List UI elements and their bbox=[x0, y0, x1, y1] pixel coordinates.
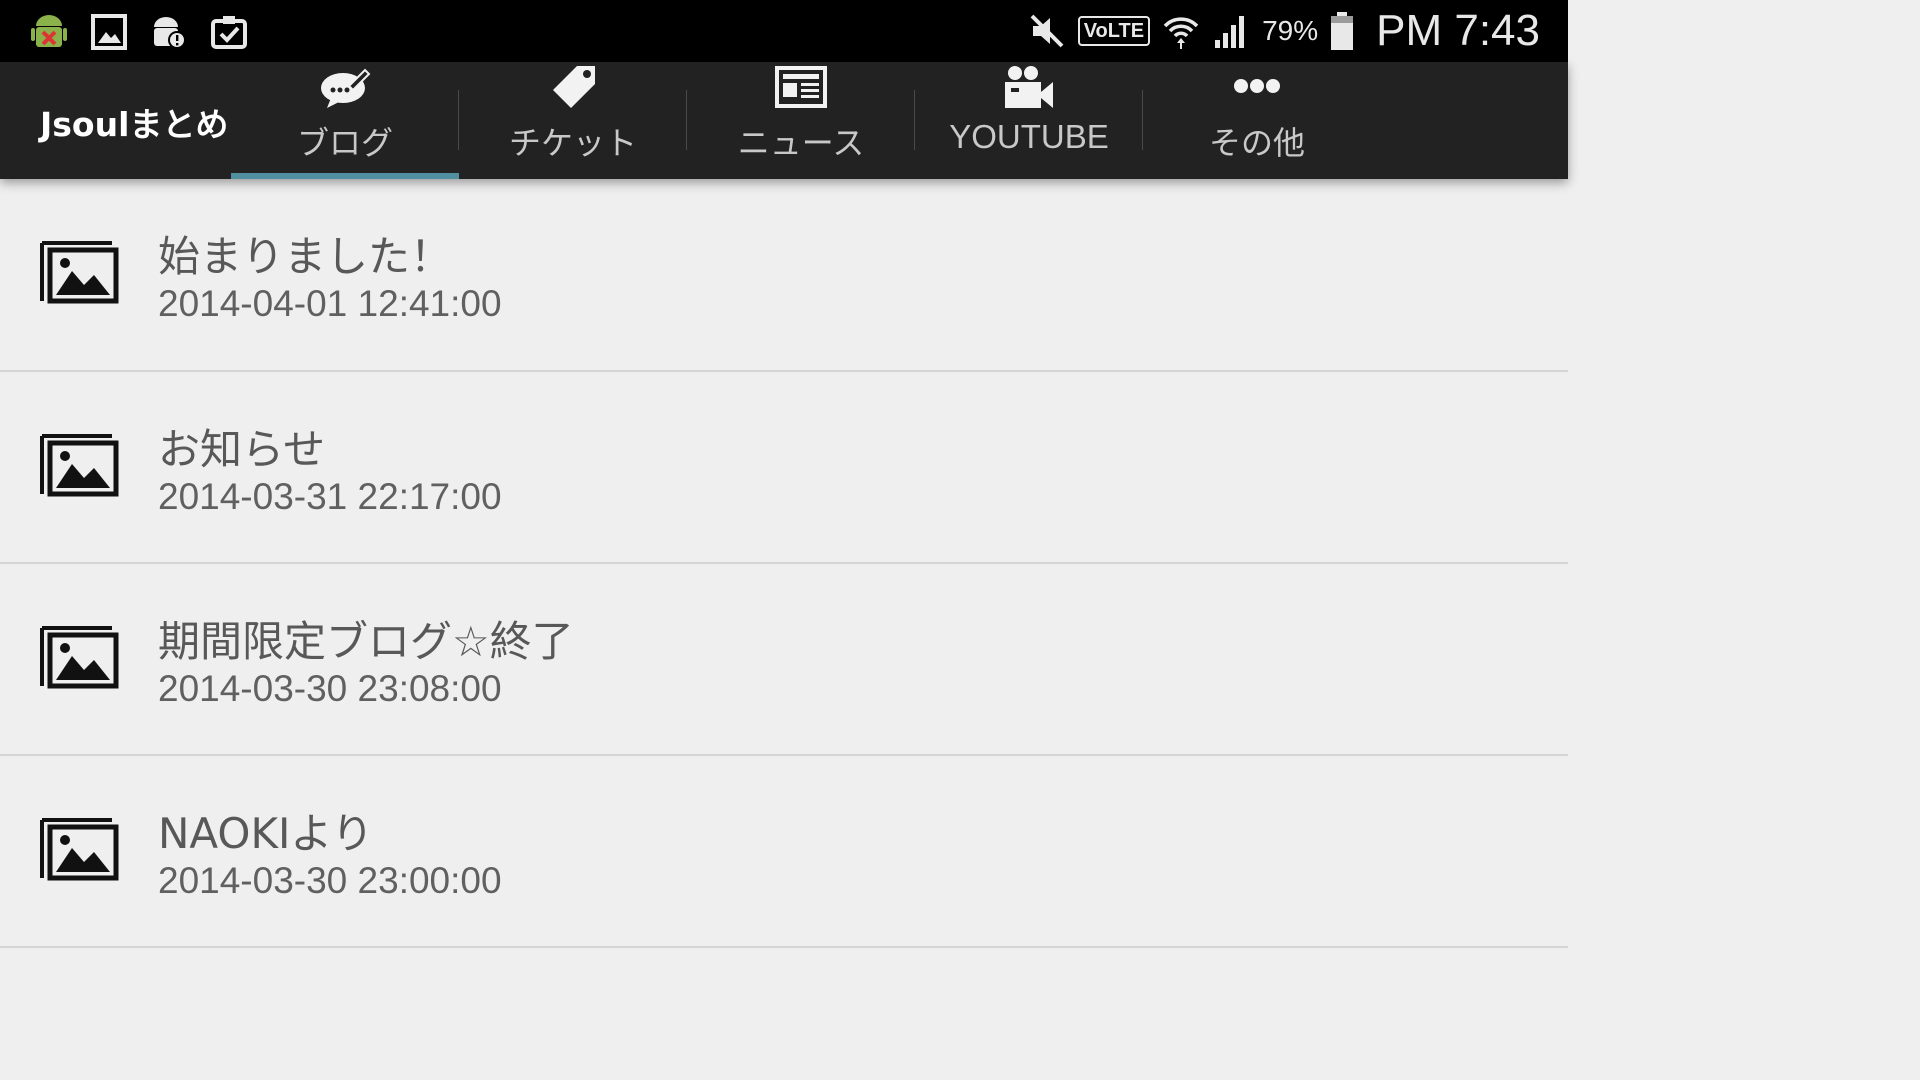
image-placeholder-icon bbox=[40, 434, 119, 497]
tab-bar: ブログ チケット ニュース YOUTUBE その他 bbox=[231, 62, 1371, 179]
item-date: 2014-04-01 12:41:00 bbox=[158, 283, 502, 324]
image-notification-icon bbox=[91, 14, 127, 50]
more-dots-icon bbox=[1234, 79, 1280, 93]
system-icons: VoLTE 79% PM 7:43 bbox=[1028, 0, 1540, 62]
list-item[interactable]: 期間限定ブログ☆終了 2014-03-30 23:08:00 bbox=[0, 564, 1568, 756]
tab-blog[interactable]: ブログ bbox=[231, 62, 459, 179]
app-bar: Jsoulまとめ ブログ チケット ニュース YOUTUBE その他 bbox=[0, 62, 1568, 179]
image-placeholder-icon bbox=[40, 241, 119, 304]
volte-icon: VoLTE bbox=[1077, 16, 1151, 46]
tab-label: YOUTUBE bbox=[949, 118, 1109, 155]
tab-ticket[interactable]: チケット bbox=[459, 62, 687, 179]
tab-news[interactable]: ニュース bbox=[687, 62, 915, 179]
item-date: 2014-03-30 23:00:00 bbox=[158, 860, 502, 901]
android-alert-icon bbox=[154, 17, 186, 49]
list-item[interactable]: NAOKIより 2014-03-30 23:00:00 bbox=[0, 756, 1568, 948]
signal-icon bbox=[1215, 16, 1245, 48]
list-item[interactable]: お知らせ 2014-03-31 22:17:00 bbox=[0, 372, 1568, 564]
item-date: 2014-03-30 23:08:00 bbox=[158, 668, 502, 709]
blog-chat-icon bbox=[321, 68, 371, 108]
item-title: 始まりました！ bbox=[158, 232, 453, 281]
newspaper-icon bbox=[775, 66, 827, 108]
battery-percent: 79% bbox=[1262, 15, 1319, 46]
wifi-icon bbox=[1163, 17, 1199, 49]
mute-icon bbox=[1030, 14, 1064, 48]
notification-icons bbox=[30, 10, 248, 54]
item-title: 期間限定ブログ☆終了 bbox=[158, 617, 574, 666]
tab-label: ブログ bbox=[296, 124, 393, 162]
tab-other[interactable]: その他 bbox=[1143, 62, 1371, 179]
android-debug-icon bbox=[31, 15, 67, 47]
tab-label: その他 bbox=[1208, 124, 1305, 162]
image-placeholder-icon bbox=[40, 818, 119, 881]
active-tab-indicator bbox=[231, 173, 459, 179]
tab-label: チケット bbox=[508, 124, 637, 162]
item-title: お知らせ bbox=[158, 425, 326, 474]
list-item[interactable]: 始まりました！ 2014-04-01 12:41:00 bbox=[0, 179, 1568, 372]
video-camera-icon bbox=[1005, 66, 1053, 108]
item-title: NAOKIより bbox=[158, 809, 374, 858]
app-title: Jsoulまとめ bbox=[40, 105, 229, 144]
ticket-tag-icon bbox=[553, 66, 595, 108]
image-placeholder-icon bbox=[40, 626, 119, 689]
blog-list: 始まりました！ 2014-04-01 12:41:00 お知らせ 2014-03… bbox=[0, 179, 1568, 948]
battery-icon bbox=[1331, 12, 1354, 50]
item-date: 2014-03-31 22:17:00 bbox=[158, 476, 502, 517]
status-bar: VoLTE 79% PM 7:43 bbox=[0, 0, 1568, 62]
clipboard-check-icon bbox=[211, 16, 247, 49]
clock: PM 7:43 bbox=[1376, 6, 1540, 55]
tab-youtube[interactable]: YOUTUBE bbox=[915, 62, 1143, 179]
tab-label: ニュース bbox=[737, 124, 865, 162]
